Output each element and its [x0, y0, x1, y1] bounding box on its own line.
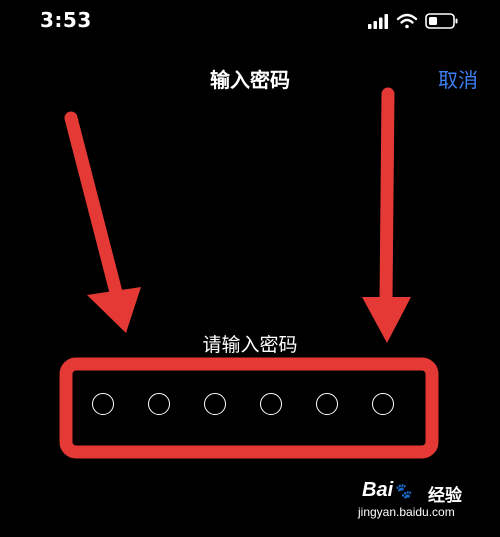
cancel-button[interactable]: 取消	[438, 64, 478, 93]
status-time: 3:53	[40, 8, 92, 32]
passcode-input[interactable]	[92, 393, 402, 421]
watermark-url: jingyan.baidu.com	[358, 505, 455, 519]
passcode-dot	[372, 393, 394, 415]
watermark: Bai🐾 经验 jingyan.baidu.com	[358, 479, 472, 523]
passcode-dot	[148, 393, 170, 415]
passcode-dot	[260, 393, 282, 415]
passcode-dot	[316, 393, 338, 415]
cellular-signal-icon	[368, 14, 388, 29]
battery-icon	[425, 13, 458, 29]
passcode-prompt: 请输入密码	[202, 334, 298, 356]
page-title: 输入密码	[210, 68, 290, 92]
status-icons	[368, 13, 458, 29]
wifi-icon	[396, 13, 418, 29]
passcode-dot	[92, 393, 114, 415]
arrow-right-icon	[362, 87, 411, 343]
arrow-left-icon	[64, 111, 141, 333]
watermark-brand-suffix: 经验	[428, 486, 462, 506]
passcode-dot	[204, 393, 226, 415]
status-bar: 3:53	[0, 0, 500, 44]
watermark-brand: Bai🐾	[362, 479, 412, 501]
